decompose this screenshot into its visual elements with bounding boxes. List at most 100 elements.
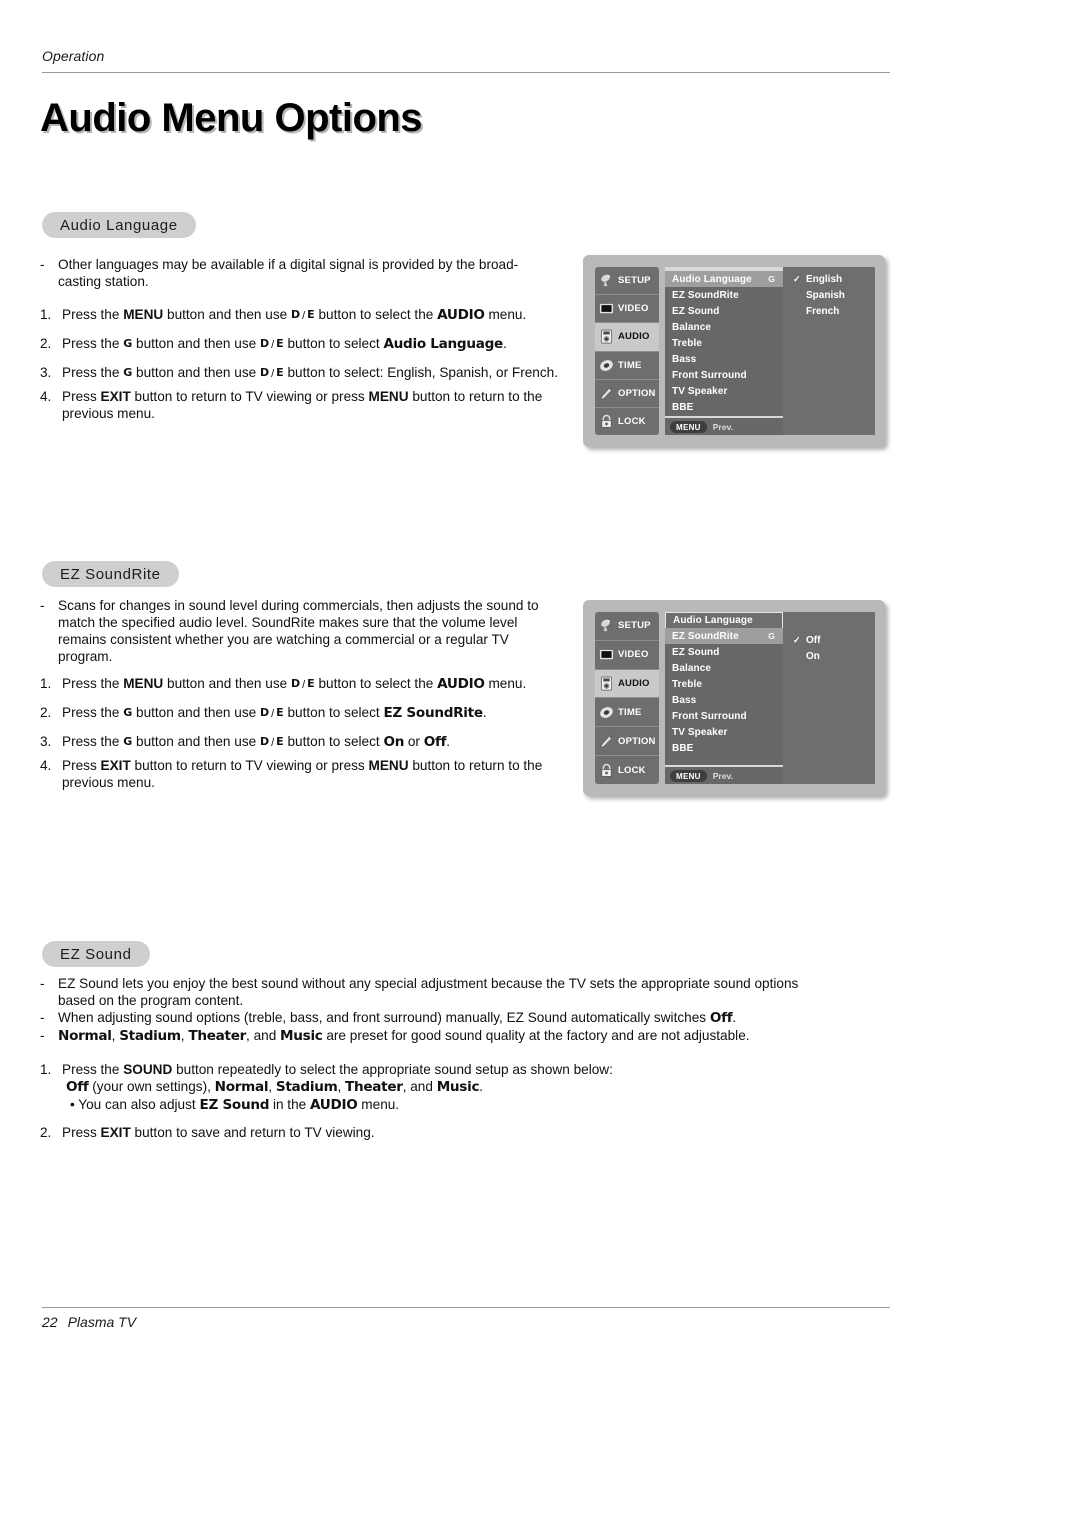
- footer-rule: [42, 1307, 890, 1308]
- section-body-ez-sound: - EZ Sound lets you enjoy the best sound…: [40, 975, 820, 1141]
- preset-music: Music: [280, 1028, 323, 1044]
- osd-rail-item-audio[interactable]: AUDIO: [595, 323, 659, 352]
- step-text: (your own settings),: [88, 1079, 215, 1094]
- step-number: 1.: [40, 1062, 52, 1077]
- satellite-dish-icon: [601, 619, 610, 632]
- step-text: button to return to TV viewing or press: [130, 389, 369, 404]
- osd-menu-label: Audio Language: [673, 615, 753, 627]
- key-menu: MENU: [368, 389, 409, 404]
- step-item-3: 3. Press the G button and then use D / E b…: [40, 733, 560, 752]
- section-heading-label: EZ Sound: [60, 945, 132, 963]
- bullet-item: - Scans for changes in sound level durin…: [40, 597, 560, 665]
- osd-rail-item-lock[interactable]: LOCK: [595, 756, 659, 784]
- osd-rail-item-option[interactable]: OPTION: [595, 380, 659, 408]
- osd-rail-item-setup[interactable]: SETUP: [595, 267, 659, 296]
- osd-menu-label: EZ SoundRite: [672, 630, 739, 642]
- section-heading-ez-sound: EZ Sound: [42, 941, 150, 967]
- osd-menu-item-ez-sound[interactable]: EZ Sound: [665, 303, 783, 319]
- osd-menu-label: Balance: [672, 662, 712, 674]
- osd-option-panel: ✓ English Spanish French: [783, 267, 875, 435]
- sub-bullet-text: • You can also adjust: [70, 1097, 200, 1112]
- osd-option-label: On: [806, 650, 820, 662]
- osd-rail-label: OPTION: [618, 387, 656, 399]
- osd-option-spanish[interactable]: Spanish: [793, 287, 875, 303]
- bullet-dash: -: [40, 1010, 45, 1025]
- tv-screen-icon: [599, 650, 614, 660]
- value-off: Off: [709, 1010, 733, 1026]
- menu-button-chip[interactable]: MENU: [670, 421, 707, 433]
- bullet-text: are preset for good sound quality at the…: [322, 1028, 750, 1043]
- osd-menu-label: Treble: [672, 678, 703, 690]
- osd-menu-item-ez-soundrite[interactable]: EZ SoundRite: [665, 287, 783, 303]
- osd-menu-list: Audio Language G EZ SoundRite EZ Sound B…: [665, 267, 783, 435]
- step-text: button to save and return to TV viewing.: [130, 1125, 375, 1140]
- prev-label: Prev.: [712, 422, 733, 432]
- step-number: 2.: [40, 1125, 52, 1140]
- preset-music: Music: [436, 1079, 480, 1095]
- key-right-icon: G: [123, 735, 133, 748]
- osd-menu-item-treble[interactable]: Treble: [665, 676, 783, 692]
- step-text: button and then use: [132, 365, 260, 380]
- osd-list-footer: MENU Prev.: [665, 765, 783, 784]
- osd-rail-item-option[interactable]: OPTION: [595, 727, 659, 757]
- osd-option-panel: ✓ Off On: [783, 612, 875, 784]
- step-item-2: 2. Press EXIT button to save and return …: [40, 1124, 820, 1141]
- step-number: 4.: [40, 758, 52, 773]
- step-text: button and then use: [163, 307, 291, 322]
- key-up-icon: E: [307, 308, 315, 321]
- osd-menu-item-front-surround[interactable]: Front Surround: [665, 368, 783, 384]
- step-text: button and then use: [163, 676, 291, 691]
- osd-menu-item-balance[interactable]: Balance: [665, 660, 783, 676]
- preset-normal: Normal: [214, 1079, 269, 1095]
- key-menu: MENU: [368, 758, 409, 773]
- osd-rail-item-lock[interactable]: LOCK: [595, 408, 659, 435]
- menu-button-chip[interactable]: MENU: [670, 770, 707, 782]
- osd-menu-label: EZ Sound: [672, 646, 720, 658]
- step-text: menu.: [484, 676, 527, 691]
- osd-menu-item-bass[interactable]: Bass: [665, 351, 783, 367]
- step-number: 1.: [40, 676, 52, 691]
- step-text: button and then use: [132, 336, 260, 351]
- osd-option-on[interactable]: On: [793, 648, 875, 664]
- osd-rail-item-audio[interactable]: AUDIO: [595, 669, 659, 699]
- bullet-item: - When adjusting sound options (treble, …: [40, 1009, 820, 1027]
- osd-menu-item-treble[interactable]: Treble: [665, 335, 783, 351]
- osd-rail-item-video[interactable]: VIDEO: [595, 295, 659, 324]
- osd-menu-item-ez-soundrite[interactable]: EZ SoundRite G: [665, 628, 783, 645]
- osd-rail-item-video[interactable]: VIDEO: [595, 641, 659, 670]
- osd-rail-label: TIME: [618, 706, 642, 718]
- osd-menu-item-bbe[interactable]: BBE: [665, 400, 783, 416]
- osd-menu-list: Audio Language EZ SoundRite G EZ Sound B…: [665, 612, 783, 784]
- section-body-ez-soundrite: - Scans for changes in sound level durin…: [40, 597, 560, 791]
- osd-menu-item-balance[interactable]: Balance: [665, 319, 783, 335]
- bullet-text: .: [732, 1010, 737, 1025]
- value-off: Off: [66, 1079, 89, 1095]
- bullet-text: When adjusting sound options (treble, ba…: [58, 1010, 710, 1025]
- key-down-icon: D: [259, 366, 270, 379]
- osd-rail-item-time[interactable]: TIME: [595, 352, 659, 380]
- osd-rail-label: SETUP: [618, 275, 651, 287]
- key-right-icon: G: [123, 337, 133, 350]
- osd-menu-item-audio-language[interactable]: Audio Language G: [665, 271, 783, 288]
- osd-menu-item-ez-sound[interactable]: EZ Sound: [665, 644, 783, 660]
- osd-menu-label: Audio Language: [672, 273, 752, 285]
- osd-option-french[interactable]: French: [793, 303, 875, 319]
- key-down-icon: D: [290, 677, 301, 690]
- osd-menu-item-bbe[interactable]: BBE: [665, 741, 783, 757]
- step-text: button to select the: [314, 307, 438, 322]
- osd-menu-item-bass[interactable]: Bass: [665, 692, 783, 708]
- osd-rail-item-setup[interactable]: SETUP: [595, 612, 659, 641]
- osd-menu-label: Front Surround: [672, 711, 747, 723]
- osd-menu-label: Front Surround: [672, 370, 747, 382]
- osd-rail-item-time[interactable]: TIME: [595, 698, 659, 728]
- osd-menu-item-tv-speaker[interactable]: TV Speaker: [665, 725, 783, 741]
- section-heading-ez-soundrite: EZ SoundRite: [42, 561, 179, 587]
- osd-menu-item-audio-language[interactable]: Audio Language: [665, 612, 783, 629]
- step-item-4: 4. Press EXIT button to return to TV vie…: [40, 757, 560, 791]
- osd-menu-item-tv-speaker[interactable]: TV Speaker: [665, 384, 783, 400]
- step-text: ,: [337, 1079, 346, 1094]
- osd-menu-item-front-surround[interactable]: Front Surround: [665, 709, 783, 725]
- osd-option-english[interactable]: ✓ English: [793, 271, 875, 287]
- bullet-text-line1: Other languages may be available if a di…: [58, 257, 519, 272]
- osd-option-off[interactable]: ✓ Off: [793, 632, 875, 648]
